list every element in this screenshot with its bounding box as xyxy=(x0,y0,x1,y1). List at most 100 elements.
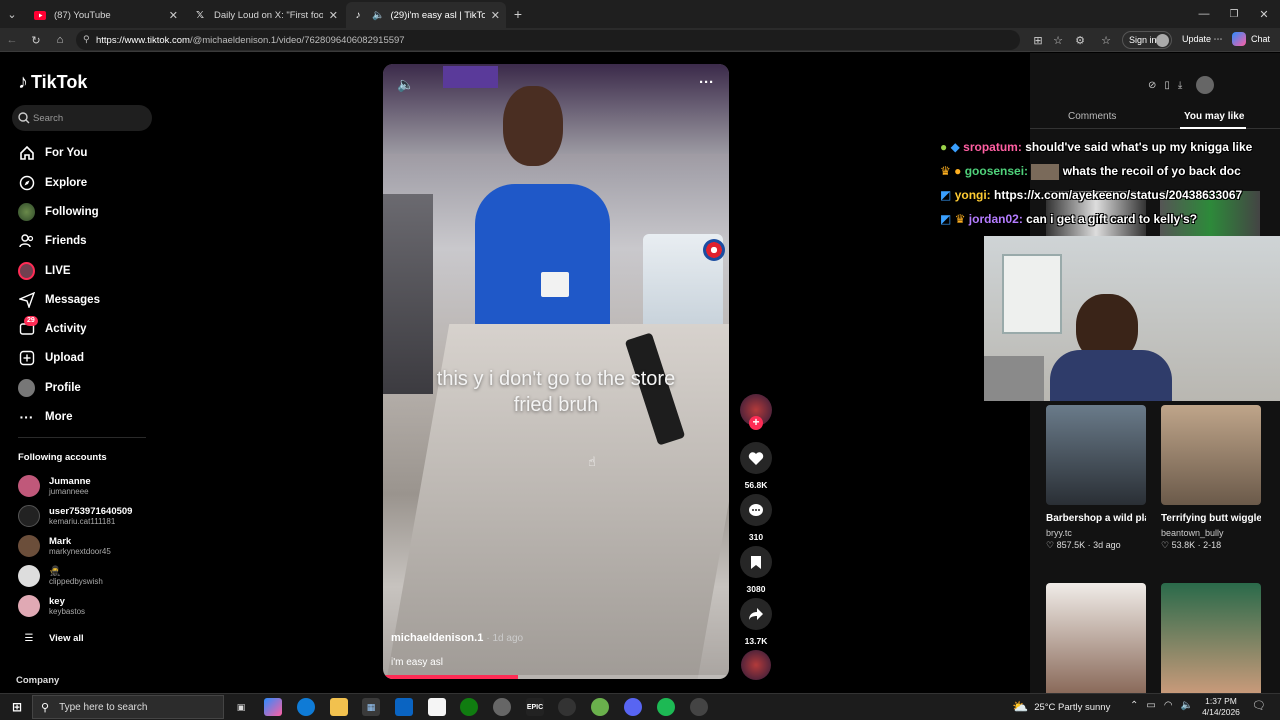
tab-youtube[interactable]: (87) YouTube ✕ xyxy=(28,2,184,28)
nav-activity[interactable]: 29 Activity xyxy=(18,315,87,339)
nav-explore[interactable]: Explore xyxy=(18,173,87,193)
tab-tiktok[interactable]: ♪ 🔈 (29)i'm easy asl | TikTok ✕ xyxy=(346,2,506,28)
network-icon[interactable]: ▭ xyxy=(1146,700,1155,711)
home-icon[interactable]: ⌂ xyxy=(52,32,68,48)
account-item[interactable]: 🥷 clippedbyswish xyxy=(18,564,103,588)
like-button[interactable]: 56.8K xyxy=(740,442,772,490)
back-icon[interactable]: ← xyxy=(4,32,20,48)
minimize-icon[interactable]: — xyxy=(1196,6,1212,22)
nav-label: Friends xyxy=(45,235,87,247)
download-icon[interactable]: ⤓ xyxy=(1178,80,1182,91)
video-card[interactable]: Terrifying butt wiggles and toys... bean… xyxy=(1161,405,1261,551)
store-app-icon[interactable]: ▦ xyxy=(362,698,380,716)
copilot-chat-button[interactable]: Chat xyxy=(1232,32,1270,46)
account-name: Mark xyxy=(49,535,72,547)
outlook-app-icon[interactable] xyxy=(395,698,413,716)
share-button[interactable]: 13.7K xyxy=(740,598,772,646)
app-icon[interactable] xyxy=(558,698,576,716)
compass-small-icon[interactable]: ⊘ xyxy=(1148,80,1156,91)
refresh-icon[interactable]: ↻ xyxy=(28,32,44,48)
volume-icon[interactable]: 🔈 xyxy=(1181,700,1193,711)
account-item[interactable]: Mark markynextdoor45 xyxy=(18,534,111,558)
app-available-icon[interactable]: ⊞ xyxy=(1030,32,1046,48)
chevron-up-icon[interactable]: ⌃ xyxy=(1130,700,1138,711)
video-card[interactable]: Barbershop a wild place bro😭 😭 ... bryy.… xyxy=(1046,405,1146,551)
weather-widget[interactable]: ⛅ 25°C Partly sunny xyxy=(1012,699,1110,715)
tab-x[interactable]: 𝕏 Daily Loud on X: "First footage sh ✕ xyxy=(188,2,344,28)
obs-app-icon[interactable] xyxy=(690,698,708,716)
account-item[interactable]: Jumanne jumanneee xyxy=(18,474,91,498)
card-stats: ♡ 857.5K · 3d ago xyxy=(1046,540,1121,550)
video-player[interactable]: 🔈 ··· this y i don't go to the store fri… xyxy=(383,64,729,679)
view-all-link[interactable]: ☰ View all xyxy=(18,626,84,650)
notepad-app-icon[interactable] xyxy=(428,698,446,716)
more-options-icon[interactable]: ··· xyxy=(699,74,714,91)
close-tab-icon[interactable]: ✕ xyxy=(329,9,338,22)
app-icon[interactable] xyxy=(591,698,609,716)
nav-upload[interactable]: Upload xyxy=(18,348,84,368)
steam-app-icon[interactable] xyxy=(493,698,511,716)
video-author[interactable]: michaeldenison.1 xyxy=(391,632,483,644)
speaker-icon: 🔈 xyxy=(372,9,385,21)
tab-you-may-like[interactable]: You may like xyxy=(1184,111,1244,122)
sign-in-button[interactable]: Sign in xyxy=(1122,31,1172,49)
nav-more[interactable]: ··· More xyxy=(18,407,73,427)
phone-icon[interactable]: ▯ xyxy=(1164,80,1170,91)
follow-plus-icon[interactable]: + xyxy=(749,416,763,430)
favorites-icon[interactable]: ☆ xyxy=(1098,32,1114,48)
compass-icon xyxy=(18,175,35,192)
close-tab-icon[interactable]: ✕ xyxy=(491,9,500,22)
crown-badge-icon: ♛ xyxy=(940,164,951,179)
spotify-app-icon[interactable] xyxy=(657,698,675,716)
taskbar-search[interactable]: ⚲ Type here to search xyxy=(32,695,224,719)
update-button[interactable]: Update ⋯ xyxy=(1182,34,1223,45)
card-author: bryy.tc xyxy=(1046,528,1072,538)
address-bar[interactable]: ⚲ https://www.tiktok.com/@michaeldenison… xyxy=(76,30,1020,50)
company-link[interactable]: Company xyxy=(16,675,59,686)
tiktok-logo-text: TikTok xyxy=(31,72,88,92)
extensions-icon[interactable]: ⚙ xyxy=(1072,32,1088,48)
notification-icon[interactable]: 🗨 xyxy=(1252,699,1266,712)
file-explorer-icon[interactable] xyxy=(330,698,348,716)
video-thumbnail[interactable] xyxy=(1161,583,1261,693)
progress-track[interactable] xyxy=(383,675,729,679)
windows-start-icon[interactable]: ⊞ xyxy=(8,698,26,716)
chat-message: ◩ ♛ jordan02: can i get a gift card to k… xyxy=(940,212,1197,226)
avatar xyxy=(18,565,40,587)
nav-live[interactable]: LIVE xyxy=(18,261,71,281)
comment-button[interactable]: 310 xyxy=(740,494,772,542)
favorite-star-icon[interactable]: ☆ xyxy=(1050,32,1066,48)
site-info-icon[interactable]: ⚲ xyxy=(83,34,90,45)
account-item[interactable]: key keybastos xyxy=(18,594,85,618)
task-view-icon[interactable]: ▣ xyxy=(232,698,250,716)
video-thumbnail[interactable] xyxy=(1046,583,1146,693)
share-count: 13.7K xyxy=(744,636,768,646)
restore-icon[interactable]: ❐ xyxy=(1226,6,1242,22)
close-window-icon[interactable]: ✕ xyxy=(1256,6,1272,22)
discord-app-icon[interactable] xyxy=(624,698,642,716)
user-avatar[interactable] xyxy=(1196,76,1215,94)
search-box[interactable]: Search xyxy=(12,105,152,131)
account-item[interactable]: user753971640509 kemariu.cat111181 xyxy=(18,504,132,528)
nav-for-you[interactable]: For You xyxy=(18,143,87,163)
sound-disc-button[interactable] xyxy=(740,650,772,686)
wifi-icon[interactable]: ◠ xyxy=(1164,700,1173,711)
x-logo-icon: 𝕏 xyxy=(195,9,205,21)
xbox-app-icon[interactable] xyxy=(460,698,478,716)
copilot-app-icon[interactable] xyxy=(264,698,282,716)
tab-list-chevron-icon[interactable]: ⌄ xyxy=(4,6,20,22)
epic-games-icon[interactable]: EPIC xyxy=(526,698,544,716)
close-tab-icon[interactable]: ✕ xyxy=(169,9,178,22)
tab-comments[interactable]: Comments xyxy=(1068,111,1116,122)
tiktok-logo[interactable]: ♪ TikTok xyxy=(18,71,87,94)
nav-messages[interactable]: Messages xyxy=(18,290,100,310)
nav-following[interactable]: Following xyxy=(18,202,99,222)
author-avatar-button[interactable]: + xyxy=(740,394,772,432)
volume-icon[interactable]: 🔈 xyxy=(397,76,414,93)
new-tab-icon[interactable]: + xyxy=(510,6,526,22)
edge-app-icon[interactable] xyxy=(297,698,315,716)
nav-friends[interactable]: Friends xyxy=(18,231,87,251)
nav-profile[interactable]: Profile xyxy=(18,378,81,398)
clock[interactable]: 1:37 PM 4/14/2026 xyxy=(1196,696,1246,718)
save-button[interactable]: 3080 xyxy=(740,546,772,594)
